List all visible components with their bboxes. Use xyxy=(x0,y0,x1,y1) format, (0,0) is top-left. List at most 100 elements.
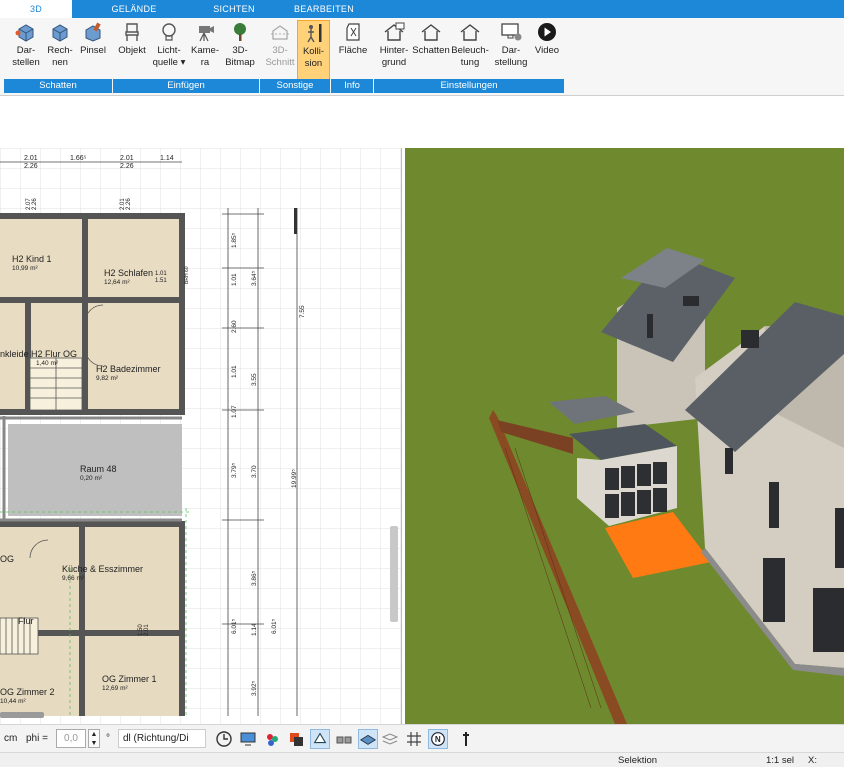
dim-v-4: 2.60 xyxy=(231,320,238,333)
dim-v-10: 19.99⁵ xyxy=(291,469,298,488)
bitmap-button[interactable]: 3D- Bitmap xyxy=(222,20,258,80)
schatten-settings-label: Schatten xyxy=(412,45,450,56)
tab-gelaende[interactable]: GELÄNDE xyxy=(98,0,170,18)
objekt-button[interactable]: Objekt xyxy=(116,20,148,80)
ribbon-tab-bar: 3D GELÄNDE SICHTEN BEARBEITEN xyxy=(0,0,844,18)
floor-plan-canvas: 2.01 1.66⁵ 2.01 1.14 2.26 2.26 1.85⁵ 1.0… xyxy=(0,148,401,724)
darstellen-label: Dar- stellen xyxy=(12,45,40,68)
camera-icon xyxy=(199,26,214,42)
tree-icon xyxy=(234,23,246,41)
room-name-schlafen: H2 Schlafen xyxy=(104,268,153,278)
unit-label: cm xyxy=(4,733,18,744)
cube-render-icon xyxy=(15,24,34,42)
dim-v-12: 6.01⁵ xyxy=(231,618,238,634)
darstellen-button[interactable]: Dar- stellen xyxy=(6,20,46,80)
dim-top-6: 2.26 xyxy=(120,163,134,170)
group-einfuegen: Einfügen xyxy=(113,79,259,93)
tab-bearbeiten[interactable]: BEARBEITEN xyxy=(288,0,360,18)
pin-icon[interactable] xyxy=(456,729,476,749)
clock-icon[interactable] xyxy=(214,729,234,749)
phi-stepper[interactable]: ▲ ▼ xyxy=(88,729,100,748)
monitor-gear-icon xyxy=(501,23,522,41)
grid-icon[interactable] xyxy=(404,729,424,749)
darstellung-button[interactable]: Dar- stellung xyxy=(490,20,532,80)
cube-calc-icon xyxy=(52,24,68,42)
dim-v-16: 1.14 xyxy=(251,623,258,636)
hintergrund-button[interactable]: Hinter- grund xyxy=(376,20,412,80)
brush-cube-icon xyxy=(85,22,101,42)
group-sonstige: Sonstige xyxy=(260,79,330,93)
pointer-icon[interactable] xyxy=(310,729,330,749)
schnitt-button[interactable]: 3D- Schnitt xyxy=(263,20,297,80)
dim-v-9: 3.70 xyxy=(251,465,258,478)
tab-sichten[interactable]: SICHTEN xyxy=(198,0,270,18)
bulb-icon xyxy=(162,23,176,41)
kamera-label: Kame- ra xyxy=(191,45,219,68)
status-mode: Selektion xyxy=(618,755,658,766)
north-icon[interactable]: N xyxy=(428,729,448,749)
status-scale: 1:1 sel xyxy=(766,755,794,766)
room-area-schlafen: 12,64 m² xyxy=(104,279,130,286)
dim-v-15: 1.07 xyxy=(231,405,238,418)
walls-icon[interactable] xyxy=(334,729,354,749)
dim-top-1: 2.01 xyxy=(24,155,38,162)
layers-icon[interactable] xyxy=(286,729,306,749)
video-button[interactable]: Video xyxy=(532,20,562,80)
chair-icon xyxy=(125,23,139,41)
area-icon xyxy=(346,23,360,41)
group-info: Info xyxy=(331,79,373,93)
dim-v-13: 6.01⁵ xyxy=(271,618,278,634)
video-label: Video xyxy=(534,45,560,56)
dim-v-11: 3.86⁵ xyxy=(251,570,258,586)
lichtquelle-button[interactable]: Licht- quelle ▾ xyxy=(150,20,188,80)
room-name-og2: OG Zimmer 2 xyxy=(0,687,55,697)
opening-label-6: 1.51 xyxy=(155,278,167,284)
dim-top-3: 2.01 xyxy=(120,155,134,162)
beleuchtung-button[interactable]: Beleuch- tung xyxy=(450,20,490,80)
dim-top-5: 2.26 xyxy=(24,163,38,170)
objekt-label: Objekt xyxy=(118,45,146,56)
bottom-toolbar: cm phi = 0,0 ▲ ▼ ° dl (Richtung/Di N xyxy=(0,724,844,752)
room-name-og1: OG Zimmer 1 xyxy=(102,674,157,684)
room-name-raum48: Raum 48 xyxy=(80,464,117,474)
kollision-button[interactable]: Kolli- sion xyxy=(297,20,330,80)
direction-mode-select[interactable]: dl (Richtung/Di xyxy=(118,729,206,748)
tab-3d[interactable]: 3D xyxy=(0,0,72,18)
room-area-flur-og: 1,40 m² xyxy=(36,360,59,367)
play-icon xyxy=(538,23,556,41)
opening-label-2: 2.26 xyxy=(32,198,38,210)
phi-input[interactable]: 0,0 xyxy=(56,729,86,748)
darstellung-label: Dar- stellung xyxy=(494,45,528,68)
horizontal-scrollbar[interactable] xyxy=(0,712,44,718)
group-schatten: Schatten xyxy=(4,79,112,93)
stepper-down-icon[interactable]: ▼ xyxy=(91,740,98,747)
pinsel-button[interactable]: Pinsel xyxy=(77,20,109,80)
dim-v-6: 3.55 xyxy=(251,373,258,386)
flaeche-button[interactable]: Fläche xyxy=(336,20,370,80)
room-area-raum48: 0,20 m² xyxy=(80,475,103,482)
stack-icon[interactable] xyxy=(380,729,400,749)
lichtquelle-label: Licht- quelle ▾ xyxy=(152,45,186,68)
schatten-settings-button[interactable]: Schatten xyxy=(411,20,451,80)
house-light-icon xyxy=(460,24,480,41)
room-area-kueche: 9,66 m² xyxy=(62,575,85,582)
room-area-og1: 12,69 m² xyxy=(102,685,128,692)
dim-top-4: 1.14 xyxy=(160,155,174,162)
collision-icon xyxy=(306,24,321,43)
rechnen-button[interactable]: Rech- nen xyxy=(44,20,76,80)
beleuchtung-label: Beleuch- tung xyxy=(451,45,489,68)
plane-icon[interactable] xyxy=(358,729,378,749)
pinsel-label: Pinsel xyxy=(80,45,106,56)
stepper-up-icon[interactable]: ▲ xyxy=(91,731,98,738)
3d-scene xyxy=(405,148,844,724)
floor-plan-view[interactable]: 2.01 1.66⁵ 2.01 1.14 2.26 2.26 1.85⁵ 1.0… xyxy=(0,148,402,724)
palette-icon[interactable] xyxy=(262,729,282,749)
screen-icon[interactable] xyxy=(238,729,258,749)
status-x-label: X: xyxy=(808,755,817,766)
3d-view[interactable] xyxy=(405,148,844,724)
hintergrund-label: Hinter- grund xyxy=(379,45,409,68)
dim-v-1: 1.85⁵ xyxy=(231,232,238,248)
kamera-button[interactable]: Kame- ra xyxy=(188,20,222,80)
group-einstellungen: Einstellungen xyxy=(374,79,564,93)
splitter-handle[interactable] xyxy=(390,526,398,622)
